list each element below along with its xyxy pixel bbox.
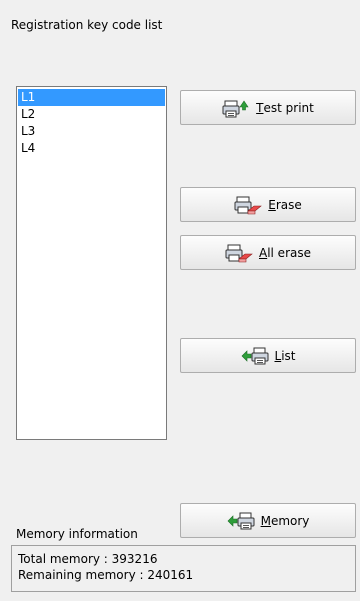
button-label: emory xyxy=(270,513,310,528)
list-button[interactable]: List xyxy=(180,338,356,373)
list-item[interactable]: L2 xyxy=(18,106,165,123)
button-label: est print xyxy=(263,100,314,115)
arrow-printer-icon xyxy=(241,345,269,367)
arrow-printer-icon xyxy=(227,510,255,532)
all-erase-button[interactable]: All erase xyxy=(180,235,356,270)
key-code-listbox[interactable]: L1 L2 L3 L4 xyxy=(16,86,167,440)
test-print-button[interactable]: Test print xyxy=(180,90,356,125)
memory-button[interactable]: Memory xyxy=(180,503,356,538)
mnemonic: A xyxy=(258,245,268,260)
remaining-memory-text: Remaining memory : 240161 xyxy=(18,568,194,582)
printer-eraser-icon xyxy=(234,194,263,216)
printer-arrow-icon xyxy=(222,97,250,119)
mnemonic: M xyxy=(260,513,271,528)
list-item[interactable]: L3 xyxy=(18,123,165,140)
total-memory-text: Total memory : 393216 xyxy=(18,552,158,566)
mnemonic: L xyxy=(274,348,282,363)
mnemonic: E xyxy=(268,197,276,212)
memory-info-box: Total memory : 393216 Remaining memory :… xyxy=(11,545,356,592)
list-item[interactable]: L1 xyxy=(18,89,165,106)
erase-button[interactable]: Erase xyxy=(180,187,356,222)
button-label: rase xyxy=(275,197,302,212)
button-label: ll erase xyxy=(267,245,311,260)
panel-title: Registration key code list xyxy=(11,18,163,32)
button-label: ist xyxy=(281,348,296,363)
mnemonic: T xyxy=(256,100,264,115)
memory-info-label: Memory information xyxy=(16,527,138,541)
list-item[interactable]: L4 xyxy=(18,140,165,157)
printer-eraser-icon xyxy=(225,242,253,264)
